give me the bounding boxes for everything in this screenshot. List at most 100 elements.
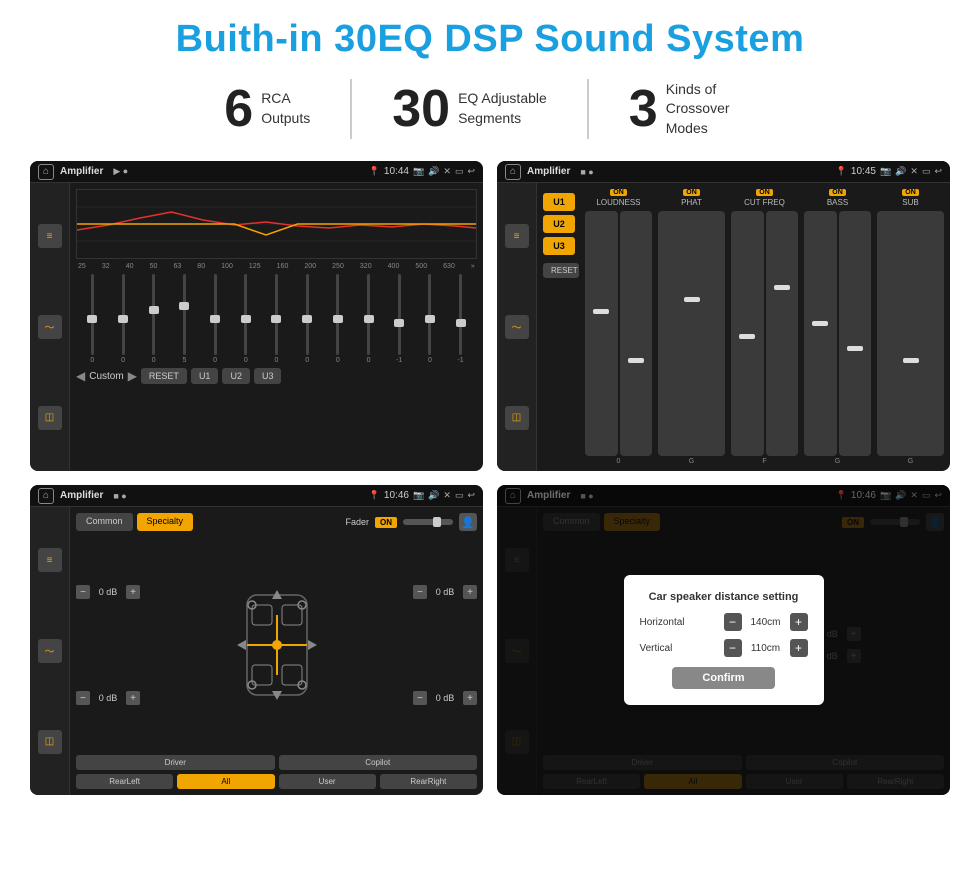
person-icon: 👤	[459, 513, 477, 531]
u1-button-1[interactable]: U1	[191, 368, 219, 384]
fader-tabs: Common Specialty Fader ON 👤	[76, 513, 477, 531]
camera-icon-3: 📷	[413, 490, 424, 501]
stat-label-rca: RCA Outputs	[261, 89, 310, 128]
eq-icon-3[interactable]: ◫	[38, 406, 62, 430]
db-minus-fr[interactable]: −	[413, 585, 427, 599]
vertical-plus-btn[interactable]: +	[790, 639, 808, 657]
amp2-icon-3[interactable]: ◫	[505, 406, 529, 430]
car-layout: − 0 dB + − 0 dB +	[76, 539, 477, 751]
arrow-right-icon[interactable]: ▶	[128, 369, 137, 383]
db-plus-fr[interactable]: +	[463, 585, 477, 599]
fader-on-badge[interactable]: ON	[375, 517, 397, 528]
db-plus-fl[interactable]: +	[126, 585, 140, 599]
dialog-vertical-row: Vertical − 110cm +	[640, 639, 808, 657]
eq-slider-7: 0	[293, 274, 322, 364]
eq-controls: ◀ Custom ▶ RESET U1 U2 U3	[76, 368, 477, 384]
eq-slider-1: 0	[109, 274, 138, 364]
location-icon-3: 📍	[369, 490, 380, 501]
amp2-sidebar: ≡ 〜 ◫	[497, 183, 537, 471]
db-value-rl: 0 dB	[94, 693, 122, 703]
tab-specialty[interactable]: Specialty	[137, 513, 194, 531]
amp2-icon-1[interactable]: ≡	[505, 224, 529, 248]
db-value-rr: 0 dB	[431, 693, 459, 703]
fader-icon-1[interactable]: ≡	[38, 548, 62, 572]
btn-copilot[interactable]: Copilot	[279, 755, 478, 770]
horizontal-minus-btn[interactable]: −	[724, 613, 742, 631]
btn-rearleft[interactable]: RearLeft	[76, 774, 173, 789]
channel-cutfreq-label: CUT FREQ	[744, 198, 785, 207]
db-minus-rl[interactable]: −	[76, 691, 90, 705]
horizontal-control: − 140cm +	[724, 613, 808, 631]
eq-slider-3: 5	[170, 274, 199, 364]
arrow-left-icon[interactable]: ◀	[76, 369, 85, 383]
eq-icon-2[interactable]: 〜	[38, 315, 62, 339]
btn-all[interactable]: All	[177, 774, 274, 789]
vertical-minus-btn[interactable]: −	[724, 639, 742, 657]
main-title: Buith-in 30EQ DSP Sound System	[30, 18, 950, 61]
screen2-title: Amplifier	[527, 166, 570, 177]
eq-slider-4: 0	[201, 274, 230, 364]
stat-label-crossover: Kinds of Crossover Modes	[666, 80, 756, 139]
eq-freq-labels: 25 32 40 50 63 80 100 125 160 200 250 32…	[76, 263, 477, 270]
speaker-distance-dialog: Car speaker distance setting Horizontal …	[624, 575, 824, 705]
fader-label: Fader	[345, 517, 369, 527]
u3-button-1[interactable]: U3	[254, 368, 282, 384]
db-control-rl: − 0 dB +	[76, 691, 140, 705]
preset-u2[interactable]: U2	[543, 215, 575, 233]
eq-slider-10: -1	[385, 274, 414, 364]
x-icon-2: ✕	[910, 166, 918, 177]
channel-loudness-label: LOUDNESS	[596, 198, 640, 207]
page-container: Buith-in 30EQ DSP Sound System 6 RCA Out…	[0, 0, 980, 881]
screen-panel-dialog: Amplifier ■ ● 📍 10:46 📷 🔊 ✕ ▭ ↩ ≡ 〜 ◫	[497, 485, 950, 795]
x-icon-3: ✕	[443, 490, 451, 501]
home-icon-2[interactable]	[505, 164, 521, 180]
stat-label-eq: EQ Adjustable Segments	[458, 89, 547, 128]
horizontal-plus-btn[interactable]: +	[790, 613, 808, 631]
reset-btn-2[interactable]: RESET	[543, 263, 579, 278]
db-minus-fl[interactable]: −	[76, 585, 90, 599]
db-plus-rl[interactable]: +	[126, 691, 140, 705]
vertical-label: Vertical	[640, 643, 700, 654]
preset-u3[interactable]: U3	[543, 237, 575, 255]
volume-icon-1: 🔊	[428, 166, 439, 177]
stat-number-eq: 30	[392, 83, 450, 135]
eq-slider-2: 0	[139, 274, 168, 364]
on-badge-bass: ON	[829, 189, 846, 196]
stat-crossover: 3 Kinds of Crossover Modes	[589, 80, 796, 139]
confirm-button[interactable]: Confirm	[672, 667, 774, 689]
home-icon-1[interactable]	[38, 164, 54, 180]
fader-sidebar: ≡ 〜 ◫	[30, 507, 70, 795]
btn-rearright[interactable]: RearRight	[380, 774, 477, 789]
on-badge-phat: ON	[683, 189, 700, 196]
dots-icon-2: ■ ●	[580, 167, 593, 177]
rect-icon-3: ▭	[455, 490, 464, 501]
amp2-main: U1 U2 U3 RESET ON LOUDNESS	[537, 183, 950, 471]
reset-button-1[interactable]: RESET	[141, 368, 187, 384]
fader-icon-2[interactable]: 〜	[38, 639, 62, 663]
u2-button-1[interactable]: U2	[222, 368, 250, 384]
screen3-time: 10:46	[384, 490, 409, 501]
eq-slider-11: 0	[416, 274, 445, 364]
btn-user[interactable]: User	[279, 774, 376, 789]
tab-common[interactable]: Common	[76, 513, 133, 531]
channel-phat: ON PHAT G	[658, 189, 725, 465]
home-icon-3[interactable]	[38, 488, 54, 504]
on-badge-sub: ON	[902, 189, 919, 196]
presets-col: U1 U2 U3 RESET	[543, 189, 579, 465]
channel-bass: ON BASS G	[804, 189, 871, 465]
eq-icon-1[interactable]: ≡	[38, 224, 62, 248]
db-plus-rr[interactable]: +	[463, 691, 477, 705]
fader-icon-3[interactable]: ◫	[38, 730, 62, 754]
status-icons-1: 📍 10:44 📷 🔊 ✕ ▭ ↩	[369, 166, 475, 177]
eq-content: ≡ 〜 ◫	[30, 183, 483, 471]
preset-u1[interactable]: U1	[543, 193, 575, 211]
fader-slider[interactable]	[403, 519, 453, 525]
fader-control: Fader ON 👤	[345, 513, 477, 531]
amp2-icon-2[interactable]: 〜	[505, 315, 529, 339]
dots-icon-3: ■ ●	[113, 491, 126, 501]
btn-driver[interactable]: Driver	[76, 755, 275, 770]
location-icon-1: 📍	[369, 166, 380, 177]
db-minus-rr[interactable]: −	[413, 691, 427, 705]
horizontal-value: 140cm	[746, 617, 786, 628]
right-db-controls: − 0 dB + − 0 dB +	[413, 539, 477, 751]
